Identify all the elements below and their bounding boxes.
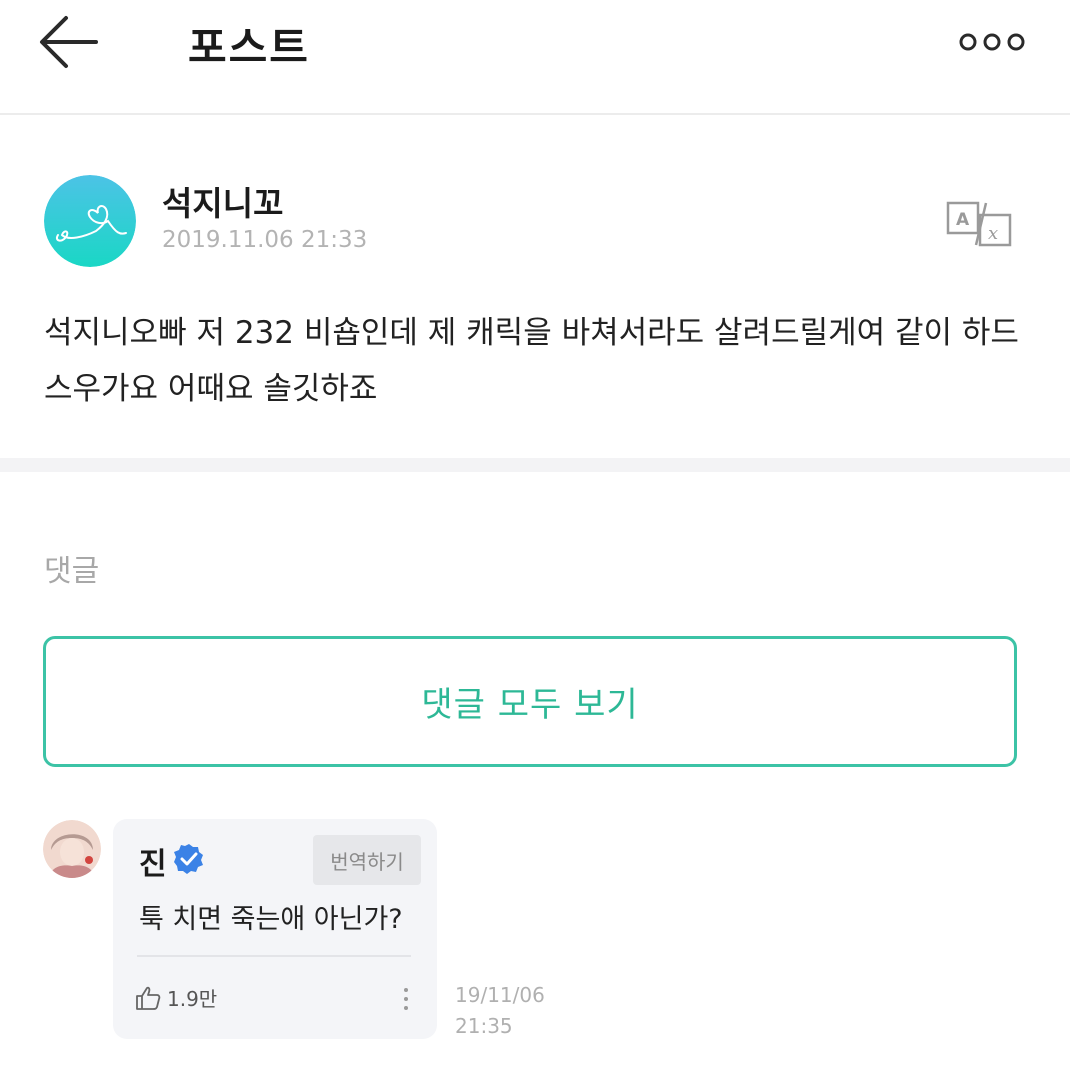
heart-logo-icon: [44, 175, 136, 267]
section-divider: [0, 458, 1070, 472]
more-options-button[interactable]: [958, 28, 1026, 56]
thumbs-up-icon: [136, 986, 161, 1010]
back-button[interactable]: [36, 12, 100, 72]
post-body: 석지니오빠 저 232 비숍인데 제 캐릭을 바쳐서라도 살려드릴게여 같이 하…: [44, 315, 1019, 407]
comment-author[interactable]: 진: [139, 839, 167, 883]
svg-text:x: x: [988, 223, 998, 244]
commenter-avatar[interactable]: [43, 820, 101, 878]
top-bar: 포스트: [0, 0, 1070, 115]
author-avatar[interactable]: [44, 175, 136, 267]
post: 석지니꼬 2019.11.06 21:33 A x 석지니오빠 저 232 비숍…: [0, 117, 1070, 457]
page-title: 포스트: [188, 23, 310, 72]
comments-heading: 댓글: [44, 554, 100, 589]
post-date: 2019.11.06 21:33: [162, 227, 368, 253]
post-author[interactable]: 석지니꼬: [162, 177, 283, 225]
view-all-comments-button[interactable]: 댓글 모두 보기: [43, 636, 1017, 767]
svg-text:A: A: [956, 210, 970, 230]
kebab-menu-icon: [404, 988, 408, 1010]
comment-translate-button[interactable]: 번역하기: [313, 835, 421, 885]
comment-divider: [137, 955, 411, 957]
translate-button[interactable]: A x: [946, 201, 1014, 247]
comment-timestamp: 19/11/06 21:35: [455, 980, 545, 1042]
profile-photo-icon: [43, 820, 101, 878]
like-count: 1.9만: [167, 987, 218, 1011]
like-button[interactable]: 1.9만: [135, 983, 217, 1012]
comment-time: 21:35: [455, 1014, 513, 1038]
comment-date: 19/11/06: [455, 983, 545, 1007]
more-dots-icon: [959, 33, 1025, 51]
back-arrow-icon: [40, 16, 98, 68]
verified-badge-icon: [174, 844, 203, 874]
translate-icon: A x: [946, 201, 1012, 247]
view-all-comments-label: 댓글 모두 보기: [421, 685, 639, 725]
comment-options-button[interactable]: [399, 985, 413, 1013]
comment-text: 툭 치면 죽는애 아닌가?: [139, 904, 403, 935]
comment-card: 진 번역하기 툭 치면 죽는애 아닌가? 1.9만: [113, 819, 437, 1039]
